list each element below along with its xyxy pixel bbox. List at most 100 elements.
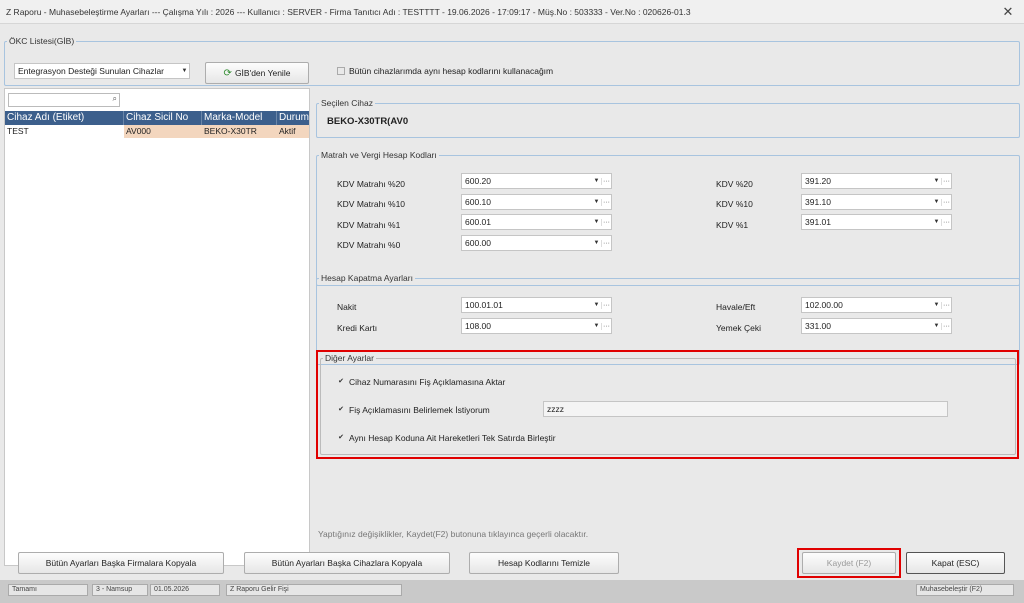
info-text: Yaptığınız değişiklikler, Kaydet(F2) but… xyxy=(318,529,589,539)
column-header-serial-no[interactable]: Cihaz Sicil No xyxy=(124,111,202,125)
merge-lines-checkbox[interactable]: ✔ Aynı Hesap Koduna Ait Hareketleri Tek … xyxy=(337,433,556,443)
chevron-down-icon: ▼ xyxy=(933,219,940,225)
chevron-down-icon: ▼ xyxy=(593,302,600,308)
refresh-icon: ⟳ xyxy=(223,67,232,79)
gib-refresh-button[interactable]: ⟳ GİB'den Yenile xyxy=(205,62,309,84)
close-icon[interactable]: ✕ xyxy=(1000,4,1016,20)
kdv-1-label: KDV %1 xyxy=(716,220,749,230)
meal-voucher-value: 331.00 xyxy=(805,321,831,331)
device-number-checkbox[interactable]: ✔ Cihaz Numarasını Fiş Açıklamasına Akta… xyxy=(337,377,505,387)
kdv-matrah-20-value: 600.20 xyxy=(465,176,491,186)
ellipsis-icon[interactable]: ··· xyxy=(941,301,951,309)
kdv-matrah-0-label: KDV Matrahı %0 xyxy=(337,240,401,250)
cell-device-name: TEST xyxy=(5,125,124,138)
bg-filter-combo: Tamamı xyxy=(8,584,88,596)
device-grid-header: Cihaz Adı (Etiket) Cihaz Sicil No Marka-… xyxy=(5,111,309,125)
device-filter-select[interactable]: Entegrasyon Desteği Sunulan Cihazlar ▼ xyxy=(14,63,190,79)
ellipsis-icon[interactable]: ··· xyxy=(601,301,611,309)
background-window-strip: Tamamı 3 - Namsup 01.05.2026 Z Raporu Ge… xyxy=(0,580,1024,603)
meal-voucher-label: Yemek Çeki xyxy=(716,323,762,333)
transfer-label: Havale/Eft xyxy=(716,302,756,312)
selected-device-value: BEKO-X30TR(AV0 xyxy=(327,116,409,127)
chevron-down-icon: ▼ xyxy=(933,302,940,308)
kdv-10-value: 391.10 xyxy=(805,197,831,207)
kdv-matrah-20-input[interactable]: 600.20 ▼ ··· xyxy=(461,173,612,189)
chevron-down-icon: ▼ xyxy=(593,240,600,246)
chevron-down-icon: ▼ xyxy=(181,68,188,74)
kdv-matrah-10-value: 600.10 xyxy=(465,197,491,207)
kdv-20-label: KDV %20 xyxy=(716,179,753,189)
device-number-label: Cihaz Numarasını Fiş Açıklamasına Aktar xyxy=(349,377,506,387)
clear-codes-button[interactable]: Hesap Kodlarını Temizle xyxy=(469,552,619,574)
ellipsis-icon[interactable]: ··· xyxy=(941,198,951,206)
ellipsis-icon[interactable]: ··· xyxy=(941,218,951,226)
kdv-20-value: 391.20 xyxy=(805,176,831,186)
kdv-matrah-1-input[interactable]: 600.01 ▼ ··· xyxy=(461,214,612,230)
window-title: Z Raporu - Muhasebeleştirme Ayarları ---… xyxy=(6,6,691,17)
main-area: ÖKC Listesi(GİB) Entegrasyon Desteği Sun… xyxy=(0,24,1024,580)
chevron-down-icon: ▼ xyxy=(593,178,600,184)
cell-serial-no: AV000 xyxy=(124,125,202,138)
column-header-status[interactable]: Durum xyxy=(277,111,309,125)
ellipsis-icon[interactable]: ··· xyxy=(941,177,951,185)
kdv-matrah-0-value: 600.00 xyxy=(465,238,491,248)
bg-date-combo: 01.05.2026 xyxy=(150,584,220,596)
transfer-value: 102.00.00 xyxy=(805,300,843,310)
chevron-down-icon: ▼ xyxy=(933,199,940,205)
kdv-matrah-0-input[interactable]: 600.00 ▼ ··· xyxy=(461,235,612,251)
account-closing-legend: Hesap Kapatma Ayarları xyxy=(321,273,413,283)
cash-value: 100.01.01 xyxy=(465,300,503,310)
checkmark-icon: ✔ xyxy=(338,434,344,441)
cash-label: Nakit xyxy=(337,302,357,312)
checkbox-icon xyxy=(337,67,345,75)
cash-input[interactable]: 100.01.01 ▼ ··· xyxy=(461,297,612,313)
receipt-desc-checkbox[interactable]: ✔ Fiş Açıklamasını Belirlemek İstiyorum xyxy=(337,405,490,415)
receipt-desc-value: zzzz xyxy=(547,404,564,414)
device-filter-value: Entegrasyon Desteği Sunulan Cihazlar xyxy=(18,66,165,76)
transfer-input[interactable]: 102.00.00 ▼ ··· xyxy=(801,297,952,313)
receipt-desc-input[interactable]: zzzz xyxy=(543,401,948,417)
ellipsis-icon[interactable]: ··· xyxy=(601,198,611,206)
kdv-1-input[interactable]: 391.01 ▼ ··· xyxy=(801,214,952,230)
close-button[interactable]: Kapat (ESC) xyxy=(906,552,1005,574)
checkmark-icon: ✔ xyxy=(338,378,344,385)
kdv-matrah-1-value: 600.01 xyxy=(465,217,491,227)
title-bar: Z Raporu - Muhasebeleştirme Ayarları ---… xyxy=(0,0,1024,24)
ellipsis-icon[interactable]: ··· xyxy=(941,322,951,330)
chevron-down-icon: ▼ xyxy=(593,323,600,329)
column-header-brand-model[interactable]: Marka-Model xyxy=(202,111,277,125)
same-codes-label: Bütün cihazlarımda aynı hesap kodlarını … xyxy=(349,66,554,76)
table-row[interactable]: TEST AV000 BEKO-X30TR Aktif xyxy=(5,125,309,138)
kdv-20-input[interactable]: 391.20 ▼ ··· xyxy=(801,173,952,189)
bg-post-button: Muhasebeleştir (F2) xyxy=(916,584,1014,596)
ellipsis-icon[interactable]: ··· xyxy=(601,322,611,330)
kdv-10-label: KDV %10 xyxy=(716,199,753,209)
ellipsis-icon[interactable]: ··· xyxy=(601,218,611,226)
column-header-device-name[interactable]: Cihaz Adı (Etiket) xyxy=(5,111,124,125)
chevron-down-icon: ▼ xyxy=(593,199,600,205)
ellipsis-icon[interactable]: ··· xyxy=(601,239,611,247)
meal-voucher-input[interactable]: 331.00 ▼ ··· xyxy=(801,318,952,334)
kdv-matrah-10-input[interactable]: 600.10 ▼ ··· xyxy=(461,194,612,210)
search-icon: ⌕ xyxy=(112,94,117,103)
merge-lines-label: Aynı Hesap Koduna Ait Hareketleri Tek Sa… xyxy=(349,433,556,443)
kdv-10-input[interactable]: 391.10 ▼ ··· xyxy=(801,194,952,210)
tax-codes-legend: Matrah ve Vergi Hesap Kodları xyxy=(321,150,437,160)
cell-status: Aktif xyxy=(277,125,309,138)
device-grid-panel: ⌕ Cihaz Adı (Etiket) Cihaz Sicil No Mark… xyxy=(4,88,310,566)
credit-card-input[interactable]: 108.00 ▼ ··· xyxy=(461,318,612,334)
receipt-desc-label: Fiş Açıklamasını Belirlemek İstiyorum xyxy=(349,405,490,415)
copy-to-firms-button[interactable]: Bütün Ayarları Başka Firmalara Kopyala xyxy=(18,552,224,574)
copy-to-devices-button[interactable]: Bütün Ayarları Başka Cihazlara Kopyala xyxy=(244,552,450,574)
checkmark-icon: ✔ xyxy=(338,406,344,413)
okc-legend: ÖKC Listesi(GİB) xyxy=(9,36,75,46)
ellipsis-icon[interactable]: ··· xyxy=(601,177,611,185)
same-codes-checkbox[interactable]: Bütün cihazlarımda aynı hesap kodlarını … xyxy=(337,66,553,76)
selected-device-group: Seçilen Cihaz xyxy=(316,98,1020,138)
credit-card-label: Kredi Kartı xyxy=(337,323,378,333)
chevron-down-icon: ▼ xyxy=(933,178,940,184)
kdv-1-value: 391.01 xyxy=(805,217,831,227)
chevron-down-icon: ▼ xyxy=(593,219,600,225)
device-search-input[interactable]: ⌕ xyxy=(8,93,120,107)
gib-refresh-label: GİB'den Yenile xyxy=(234,68,291,78)
